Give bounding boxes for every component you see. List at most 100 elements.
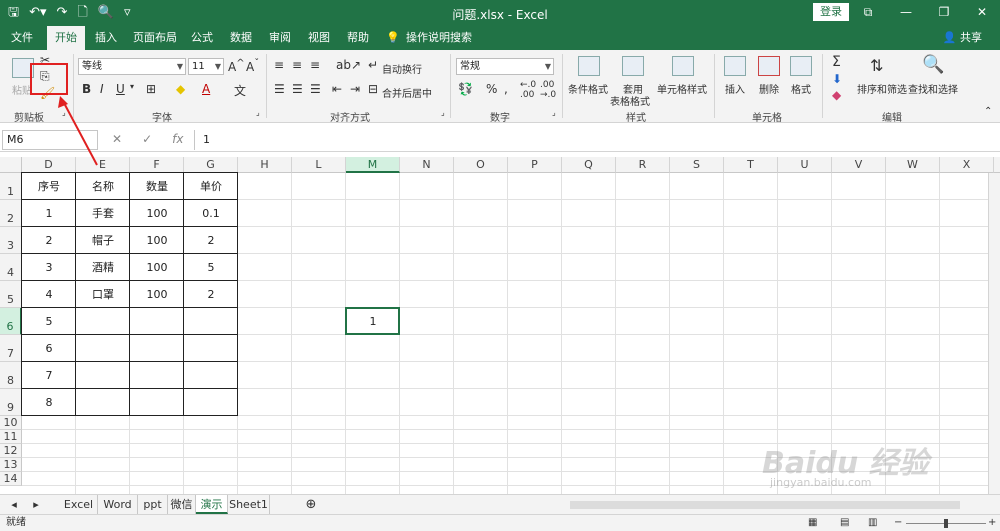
row-header-4[interactable]: 4 — [0, 254, 22, 281]
table-cell[interactable] — [184, 308, 238, 335]
table-cell[interactable] — [130, 308, 184, 335]
table-cell[interactable]: 100 — [130, 281, 184, 308]
row-header-6[interactable]: 6 — [0, 308, 22, 335]
close-icon[interactable]: ✕ — [974, 3, 990, 21]
add-sheet-icon[interactable]: ⊕ — [300, 495, 322, 514]
tab-file[interactable]: 文件 — [6, 26, 38, 50]
comma-icon[interactable]: , — [504, 82, 508, 96]
row-header-1[interactable]: 1 — [0, 173, 22, 200]
fx-icon[interactable]: fx — [172, 132, 183, 146]
find-select-button[interactable]: 查找和选择 — [908, 81, 958, 96]
tab-review[interactable]: 审阅 — [264, 26, 296, 50]
column-header-E[interactable]: E — [76, 157, 130, 173]
row-header-5[interactable]: 5 — [0, 281, 22, 308]
tab-home[interactable]: 开始 — [47, 26, 85, 50]
sheet-tab[interactable]: Excel — [60, 495, 98, 514]
insert-cells-button[interactable]: 插入 — [725, 81, 745, 96]
table-cell[interactable] — [130, 389, 184, 416]
column-header-U[interactable]: U — [778, 157, 832, 173]
column-header-M[interactable]: M — [346, 157, 400, 173]
table-header-cell[interactable]: 数量 — [130, 173, 184, 200]
merge-center-button[interactable]: 合并后居中 — [382, 85, 432, 100]
autosum-icon[interactable]: Σ — [832, 54, 841, 70]
sheet-tab[interactable]: 演示 — [196, 495, 228, 514]
scrollbar-thumb[interactable] — [570, 501, 960, 509]
column-header-T[interactable]: T — [724, 157, 778, 173]
align-bottom-icon[interactable]: ≡ — [310, 58, 320, 72]
orientation-icon[interactable]: ab↗ — [336, 58, 361, 72]
table-cell[interactable]: 5 — [22, 308, 76, 335]
zoom-out-icon[interactable]: − — [894, 515, 902, 531]
table-header-cell[interactable]: 序号 — [22, 173, 76, 200]
clipboard-launcher-icon[interactable]: ⌟ — [62, 108, 66, 117]
row-header-7[interactable]: 7 — [0, 335, 22, 362]
number-format-select[interactable]: 常规 ▼ — [456, 58, 554, 75]
table-cell[interactable] — [130, 362, 184, 389]
tab-help[interactable]: 帮助 — [342, 26, 374, 50]
column-header-V[interactable]: V — [832, 157, 886, 173]
table-cell[interactable] — [184, 335, 238, 362]
accounting-icon[interactable]: 💱 — [458, 82, 473, 96]
row-header-13[interactable]: 13 — [0, 458, 22, 472]
underline-dropdown-icon[interactable]: ▾ — [130, 82, 134, 91]
column-header-R[interactable]: R — [616, 157, 670, 173]
column-header-N[interactable]: N — [400, 157, 454, 173]
cell-styles-icon[interactable] — [672, 56, 694, 76]
table-cell[interactable]: 帽子 — [76, 227, 130, 254]
row-header-12[interactable]: 12 — [0, 444, 22, 458]
font-launcher-icon[interactable]: ⌟ — [256, 108, 260, 117]
table-cell[interactable] — [76, 362, 130, 389]
table-cell[interactable]: 1 — [22, 200, 76, 227]
find-select-icon[interactable]: 🔍 — [922, 54, 944, 75]
tab-formulas[interactable]: 公式 — [186, 26, 218, 50]
active-cell-value[interactable]: 1 — [346, 308, 400, 335]
row-header-9[interactable]: 9 — [0, 389, 22, 416]
row-header-8[interactable]: 8 — [0, 362, 22, 389]
table-cell[interactable] — [76, 389, 130, 416]
table-cell[interactable] — [130, 335, 184, 362]
sheet-tab[interactable]: Sheet1 — [228, 495, 270, 514]
restore-icon[interactable]: ❐ — [936, 3, 952, 21]
column-header-F[interactable]: F — [130, 157, 184, 173]
align-middle-icon[interactable]: ≡ — [292, 58, 302, 72]
underline-icon[interactable]: U — [116, 82, 125, 96]
align-right-icon[interactable]: ☰ — [310, 82, 321, 96]
table-cell[interactable] — [76, 335, 130, 362]
table-cell[interactable]: 手套 — [76, 200, 130, 227]
wrap-text-icon[interactable]: ↵ — [368, 58, 378, 72]
zoom-in-icon[interactable]: + — [988, 515, 996, 531]
sheet-tab[interactable]: ppt — [138, 495, 168, 514]
scroll-left-icon[interactable]: ◂ — [4, 495, 24, 514]
page-layout-icon[interactable]: ▤ — [840, 515, 849, 531]
cancel-icon[interactable]: ✕ — [112, 132, 122, 146]
row-header-11[interactable]: 11 — [0, 430, 22, 444]
row-header-10[interactable]: 10 — [0, 416, 22, 430]
insert-cells-icon[interactable] — [724, 56, 746, 76]
tab-insert[interactable]: 插入 — [90, 26, 122, 50]
row-header-2[interactable]: 2 — [0, 200, 22, 227]
table-cell[interactable]: 3 — [22, 254, 76, 281]
table-cell[interactable]: 100 — [130, 254, 184, 281]
sort-filter-icon[interactable]: ⇅ — [870, 56, 883, 75]
table-cell[interactable]: 2 — [22, 227, 76, 254]
column-header-Y[interactable]: Y — [994, 157, 1000, 173]
increase-indent-icon[interactable]: ⇥ — [350, 82, 360, 96]
scroll-right-icon[interactable]: ▸ — [26, 495, 46, 514]
column-header-Q[interactable]: Q — [562, 157, 616, 173]
align-left-icon[interactable]: ☰ — [274, 82, 285, 96]
name-box[interactable]: M6 — [2, 130, 98, 150]
row-header-3[interactable]: 3 — [0, 227, 22, 254]
table-header-cell[interactable]: 名称 — [76, 173, 130, 200]
format-cells-icon[interactable] — [790, 56, 812, 76]
fill-color-icon[interactable]: ◆ — [176, 82, 185, 96]
conditional-format-icon[interactable] — [578, 56, 600, 76]
conditional-format-button[interactable]: 条件格式 — [568, 81, 608, 96]
sheet-tab[interactable]: Word — [98, 495, 138, 514]
column-header-G[interactable]: G — [184, 157, 238, 173]
table-cell[interactable]: 6 — [22, 335, 76, 362]
column-header-X[interactable]: X — [940, 157, 994, 173]
decrease-indent-icon[interactable]: ⇤ — [332, 82, 342, 96]
table-cell[interactable]: 0.1 — [184, 200, 238, 227]
sheet-tab[interactable]: 微信 — [168, 495, 196, 514]
column-header-H[interactable]: H — [238, 157, 292, 173]
